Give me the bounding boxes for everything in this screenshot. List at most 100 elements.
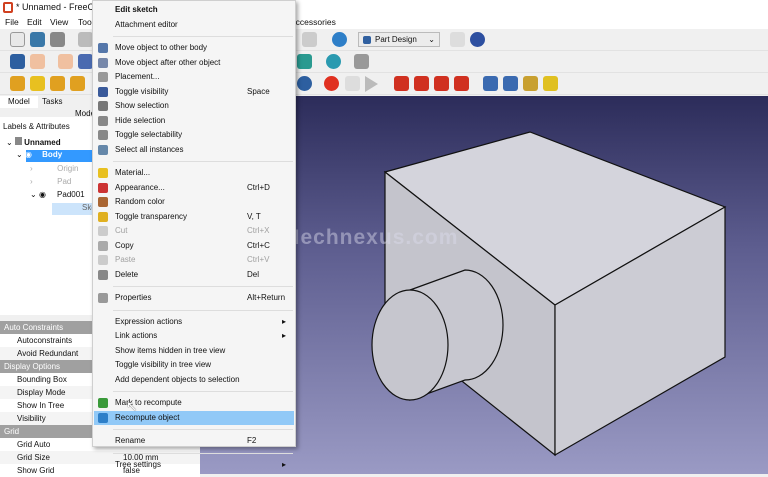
menu-item-paste[interactable]: PasteCtrl+V: [94, 253, 294, 267]
tree-item-unnamed[interactable]: ⌄ Unnamed: [6, 137, 61, 147]
menu-item-link-actions[interactable]: Link actions▸: [94, 329, 294, 343]
tab-model[interactable]: Model: [0, 96, 38, 108]
menu-accessories[interactable]: Accessories: [290, 17, 336, 27]
mouse-cursor-icon: ↖: [126, 398, 138, 415]
menu-item-label: Move object after other object: [115, 56, 220, 70]
menu-item-appearance[interactable]: Appearance...Ctrl+D: [94, 181, 294, 195]
menu-item-label: Cut: [115, 224, 127, 238]
eye-icon: [98, 87, 108, 97]
tree-label: Body: [42, 150, 62, 159]
feature-icon[interactable]: [50, 76, 65, 91]
menu-item-cut[interactable]: Cut Ctrl+X: [94, 224, 294, 238]
macro-run-icon[interactable]: [365, 76, 378, 92]
open-file-icon[interactable]: [30, 32, 45, 47]
fillet-icon[interactable]: [394, 76, 409, 91]
multitransform-icon[interactable]: [543, 76, 558, 91]
tree-label: Pad: [57, 177, 71, 186]
appearance-icon: [98, 183, 108, 193]
menu-item-random-color[interactable]: Random color: [94, 195, 294, 209]
menu-item-label: Attachment editor: [115, 18, 178, 32]
feature2-icon[interactable]: [70, 76, 85, 91]
view-icon[interactable]: [78, 54, 93, 69]
macro-record-icon[interactable]: [324, 76, 339, 91]
tree-item-pad001[interactable]: ⌄ ◉ Pad001: [30, 190, 85, 199]
menu-item-edit-sketch[interactable]: Edit sketch: [94, 3, 294, 17]
linear-pattern-icon[interactable]: [503, 76, 518, 91]
menu-item-shortcut: Space: [247, 85, 270, 99]
draft-icon[interactable]: [434, 76, 449, 91]
sketch-icon[interactable]: [58, 54, 73, 69]
menu-item-label: Properties: [115, 291, 151, 305]
save-icon[interactable]: [50, 32, 65, 47]
python-icon[interactable]: [470, 32, 485, 47]
thickness-icon[interactable]: [454, 76, 469, 91]
part-icon[interactable]: [297, 76, 312, 91]
menu-item-toggle-selectability[interactable]: Toggle selectability: [94, 128, 294, 142]
menu-view[interactable]: View: [50, 17, 68, 27]
menu-item-hide-selection[interactable]: Hide selection: [94, 114, 294, 128]
cylinder-end-face: [372, 290, 448, 400]
macro-edit-icon[interactable]: [345, 76, 360, 91]
select-instances-icon: [98, 145, 108, 155]
menu-item-label: Toggle transparency: [115, 210, 187, 224]
polar-pattern-icon[interactable]: [523, 76, 538, 91]
menu-item-toggle-visibility-in-tree-view[interactable]: Toggle visibility in tree view: [94, 358, 294, 372]
menu-item-toggle-visibility[interactable]: Toggle visibilitySpace: [94, 85, 294, 99]
menu-item-toggle-transparency[interactable]: Toggle transparency V, T: [94, 210, 294, 224]
menu-item-placement[interactable]: Placement...: [94, 70, 294, 84]
menu-file[interactable]: File: [5, 17, 19, 27]
menu-item-copy[interactable]: CopyCtrl+C: [94, 239, 294, 253]
menu-separator: [113, 453, 293, 454]
pad-icon[interactable]: [10, 76, 25, 91]
chamfer-icon[interactable]: [414, 76, 429, 91]
menu-item-label: Random color: [115, 195, 165, 209]
pocket-icon[interactable]: [30, 76, 45, 91]
menu-item-expression-actions[interactable]: Expression actions▸: [94, 315, 294, 329]
watermark: Mechnexus.com: [282, 226, 458, 250]
tree-item-pad[interactable]: › Pad: [30, 177, 71, 186]
placement-icon: [98, 72, 108, 82]
menu-separator: [113, 310, 293, 311]
menu-item-label: Rename: [115, 434, 145, 448]
menu-item-properties[interactable]: PropertiesAlt+Return: [94, 291, 294, 305]
std-view-icon[interactable]: [10, 54, 25, 69]
move-after-icon: [98, 58, 108, 68]
menu-item-tree-settings[interactable]: Tree settings▸: [94, 458, 294, 472]
menu-item-label: Show selection: [115, 99, 169, 113]
menu-item-shortcut: Ctrl+C: [247, 239, 270, 253]
workbench-selector[interactable]: Part Design ⌄: [358, 32, 440, 47]
refresh-icon[interactable]: [332, 32, 347, 47]
draw-style-icon[interactable]: [30, 54, 45, 69]
tree-item-origin[interactable]: › Origin: [30, 164, 78, 173]
zoom-icon[interactable]: [326, 54, 341, 69]
menu-item-show-items-hidden-in-tree-view[interactable]: Show items hidden in tree view: [94, 344, 294, 358]
tree-title: Labels & Attributes: [3, 122, 70, 131]
prop-name: Visibility: [17, 414, 46, 423]
menu-item-rename[interactable]: RenameF2: [94, 434, 294, 448]
measure-icon[interactable]: [354, 54, 369, 69]
tree-label: Pad001: [57, 190, 85, 199]
menu-item-select-all-instances[interactable]: Select all instances: [94, 143, 294, 157]
menu-item-add-dependent-objects-to-selection[interactable]: Add dependent objects to selection: [94, 373, 294, 387]
menu-edit[interactable]: Edit: [27, 17, 42, 27]
menu-item-shortcut: Del: [247, 268, 259, 282]
cut-icon[interactable]: [78, 32, 93, 47]
menu-item-attachment-editor[interactable]: Attachment editor: [94, 18, 294, 32]
menu-item-show-selection[interactable]: Show selection: [94, 99, 294, 113]
menu-item-recompute-object[interactable]: Recompute object: [94, 411, 294, 425]
transparency-icon: [98, 212, 108, 222]
menu-item-material[interactable]: Material...: [94, 166, 294, 180]
tree-view-icon[interactable]: [450, 32, 465, 47]
mirror-icon[interactable]: [483, 76, 498, 91]
menu-item-delete[interactable]: DeleteDel: [94, 268, 294, 282]
new-file-icon[interactable]: [10, 32, 25, 47]
menu-item-move-object-to-other-body[interactable]: Move object to other body: [94, 41, 294, 55]
redo-icon[interactable]: [302, 32, 317, 47]
menu-item-move-object-after-other-object[interactable]: Move object after other object: [94, 56, 294, 70]
menu-item-shortcut: Ctrl+X: [247, 224, 269, 238]
view-box-icon[interactable]: [297, 54, 312, 69]
tab-tasks[interactable]: Tasks: [34, 96, 70, 108]
menu-item-shortcut: Ctrl+D: [247, 181, 270, 195]
menu-item-shortcut: V, T: [247, 210, 261, 224]
menu-item-mark-to-recompute[interactable]: Mark to recompute: [94, 396, 294, 410]
